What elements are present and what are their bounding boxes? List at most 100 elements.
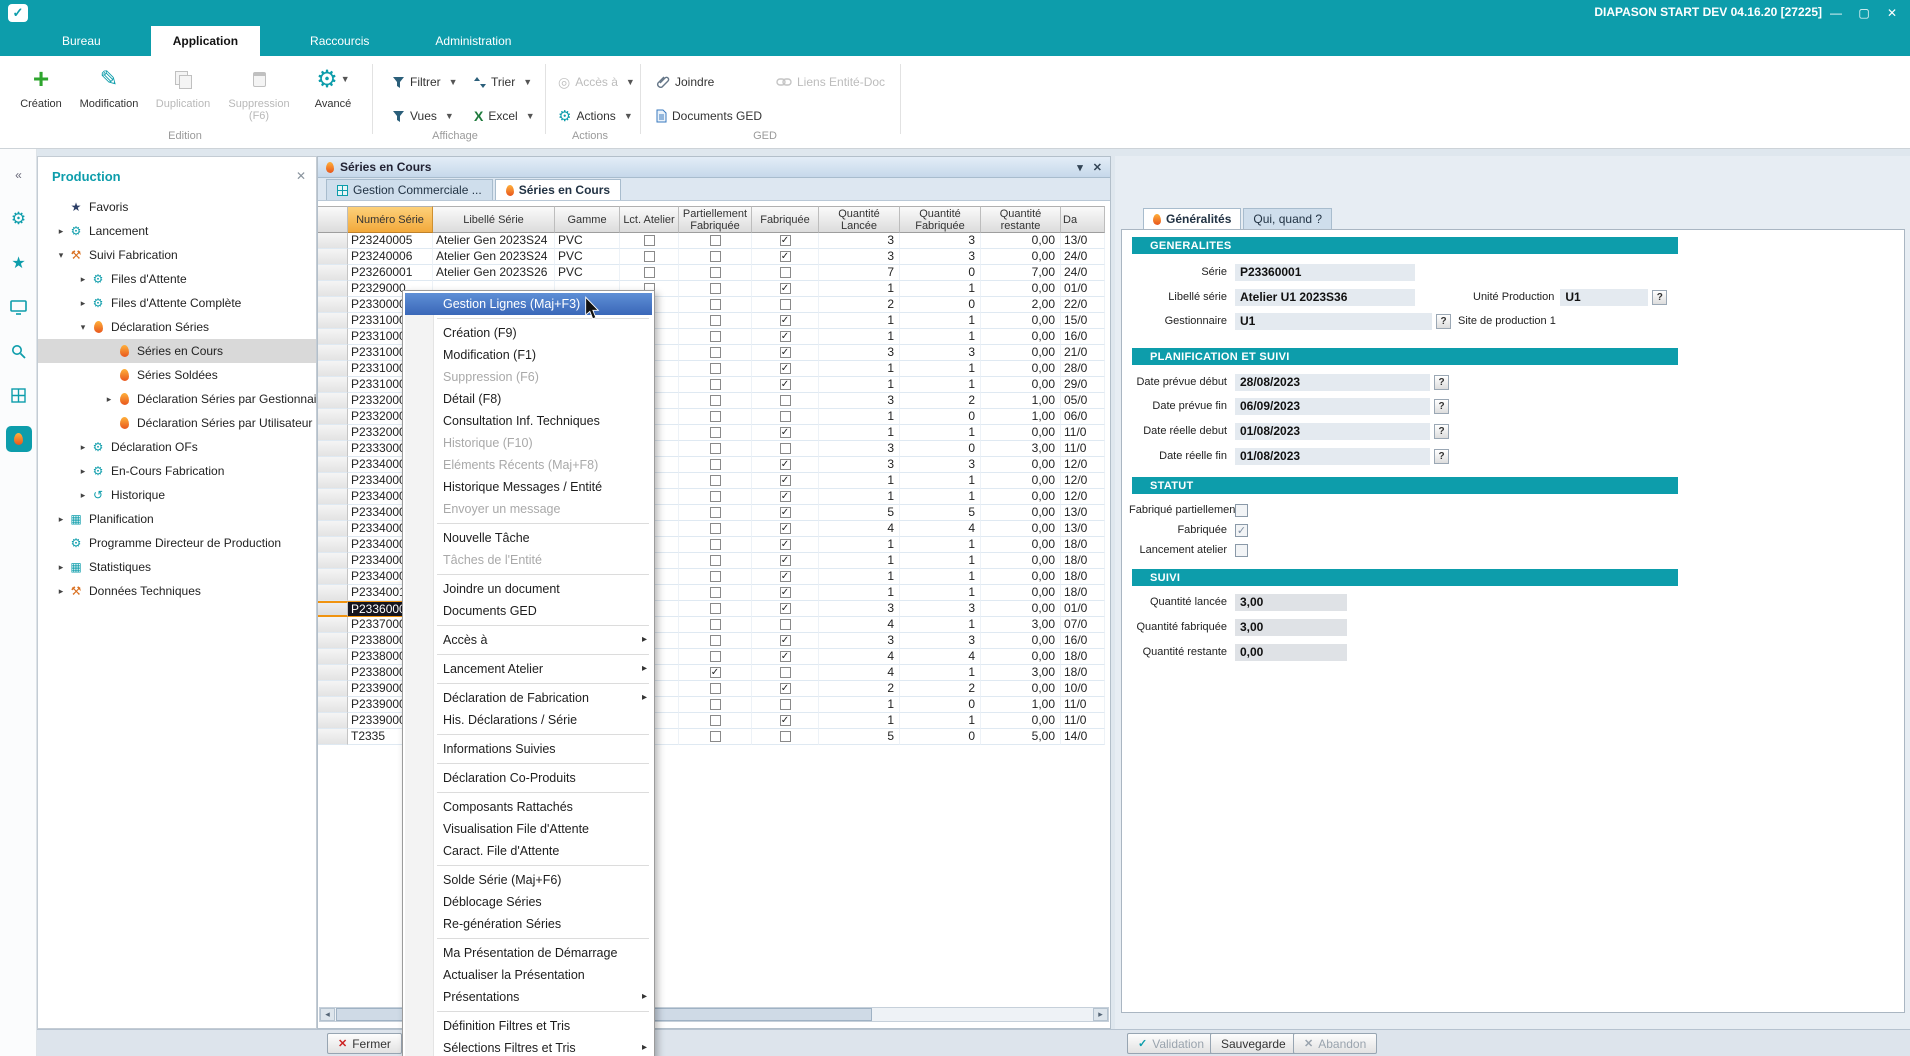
checkbox[interactable] bbox=[710, 283, 721, 294]
checkbox[interactable] bbox=[710, 619, 721, 630]
checkbox[interactable]: ✓ bbox=[780, 315, 791, 326]
tree-expander-icon[interactable]: ▸ bbox=[54, 226, 68, 237]
table-row[interactable]: P23240005Atelier Gen 2023S24PVC✓330,0013… bbox=[318, 233, 1105, 249]
fermer-button[interactable]: ✕ Fermer bbox=[327, 1033, 402, 1054]
checkbox[interactable]: ✓ bbox=[780, 459, 791, 470]
liens-entite-doc-button[interactable]: Liens Entité-Doc bbox=[776, 70, 885, 94]
sidebar-item-d-claration-ofs[interactable]: ▸⚙Déclaration OFs bbox=[38, 435, 316, 459]
libelle-serie-field[interactable]: Atelier U1 2023S36 bbox=[1235, 289, 1415, 306]
close-button[interactable]: ✕ bbox=[1880, 3, 1904, 23]
checkbox[interactable] bbox=[644, 267, 655, 278]
creation-button[interactable]: + Création bbox=[8, 61, 74, 123]
sidebar-item-suivi-fabrication[interactable]: ▾⚒Suivi Fabrication bbox=[38, 243, 316, 267]
collapse-sidebar-button[interactable]: « bbox=[0, 161, 37, 189]
date-prevue-fin-field[interactable]: 06/09/2023 bbox=[1235, 398, 1430, 415]
menu-item-envoyer-un-message[interactable]: Envoyer un message bbox=[403, 498, 654, 520]
validation-button[interactable]: ✓ Validation bbox=[1127, 1033, 1215, 1054]
menu-item-solde-s-rie-maj-f6[interactable]: Solde Série (Maj+F6) bbox=[403, 869, 654, 891]
tree-expander-icon[interactable]: ▸ bbox=[76, 490, 90, 501]
abandon-button[interactable]: ✕ Abandon bbox=[1293, 1033, 1377, 1054]
checkbox[interactable]: ✓ bbox=[780, 283, 791, 294]
tree-expander-icon[interactable]: ▸ bbox=[76, 298, 90, 309]
menu-item-ma-pr-sentation-de-d-marrage[interactable]: Ma Présentation de Démarrage bbox=[403, 942, 654, 964]
tab-qui-quand[interactable]: Qui, quand ? bbox=[1243, 208, 1332, 229]
sauvegarde-button[interactable]: Sauvegarde bbox=[1210, 1033, 1297, 1054]
checkbox[interactable] bbox=[710, 459, 721, 470]
sidebar-item-statistiques[interactable]: ▸▦Statistiques bbox=[38, 555, 316, 579]
lancement-atelier-checkbox[interactable] bbox=[1235, 544, 1248, 557]
checkbox[interactable] bbox=[710, 251, 721, 262]
menu-item-his-d-clarations-s-rie[interactable]: His. Déclarations / Série bbox=[403, 709, 654, 731]
sidebar-item-s-ries-en-cours[interactable]: Séries en Cours bbox=[38, 339, 316, 363]
checkbox[interactable] bbox=[710, 587, 721, 598]
checkbox[interactable] bbox=[780, 267, 791, 278]
calendar-help-button[interactable]: ? bbox=[1434, 424, 1449, 439]
checkbox[interactable] bbox=[710, 379, 721, 390]
tab-series-en-cours[interactable]: Séries en Cours bbox=[495, 179, 621, 200]
production-module-icon[interactable] bbox=[0, 425, 37, 453]
minimize-button[interactable]: — bbox=[1824, 3, 1848, 23]
checkbox[interactable]: ✓ bbox=[780, 683, 791, 694]
column-header-da[interactable]: Da bbox=[1061, 206, 1105, 233]
menu-item-actualiser-la-pr-sentation[interactable]: Actualiser la Présentation bbox=[403, 964, 654, 986]
menu-item-suppression-f6[interactable]: Suppression (F6) bbox=[403, 366, 654, 388]
menu-item-documents-ged[interactable]: Documents GED bbox=[403, 600, 654, 622]
excel-button[interactable]: X Excel▼ bbox=[474, 104, 535, 128]
menu-item-visualisation-file-d-attente[interactable]: Visualisation File d'Attente bbox=[403, 818, 654, 840]
tree-expander-icon[interactable]: ▸ bbox=[76, 466, 90, 477]
sidebar-item-files-d-attente[interactable]: ▸⚙Files d'Attente bbox=[38, 267, 316, 291]
checkbox[interactable] bbox=[780, 299, 791, 310]
checkbox[interactable] bbox=[644, 235, 655, 246]
sidebar-item-en-cours-fabrication[interactable]: ▸⚙En-Cours Fabrication bbox=[38, 459, 316, 483]
sidebar-item-planification[interactable]: ▸▦Planification bbox=[38, 507, 316, 531]
close-sidebar-icon[interactable]: ✕ bbox=[296, 169, 306, 183]
checkbox[interactable] bbox=[780, 699, 791, 710]
column-header-quantit-fabriqu-e[interactable]: Quantité Fabriquée bbox=[900, 206, 981, 233]
sidebar-item-d-claration-s-ries-par-utilisateur[interactable]: Déclaration Séries par Utilisateur bbox=[38, 411, 316, 435]
table-row[interactable]: P23240006Atelier Gen 2023S24PVC✓330,0024… bbox=[318, 249, 1105, 265]
menu-item-consultation-inf-techniques[interactable]: Consultation Inf. Techniques bbox=[403, 410, 654, 432]
filtrer-button[interactable]: Filtrer▼ bbox=[392, 70, 458, 94]
checkbox[interactable]: ✓ bbox=[780, 363, 791, 374]
desktop-icon[interactable] bbox=[0, 293, 37, 321]
search-icon[interactable] bbox=[0, 337, 37, 365]
menu-item-d-claration-de-fabrication[interactable]: Déclaration de Fabrication▸ bbox=[403, 687, 654, 709]
date-reelle-debut-field[interactable]: 01/08/2023 bbox=[1235, 423, 1430, 440]
checkbox[interactable] bbox=[710, 491, 721, 502]
checkbox[interactable] bbox=[780, 667, 791, 678]
menu-item-composants-rattach-s[interactable]: Composants Rattachés bbox=[403, 796, 654, 818]
checkbox[interactable] bbox=[710, 651, 721, 662]
checkbox[interactable] bbox=[780, 395, 791, 406]
grid-icon[interactable] bbox=[0, 381, 37, 409]
checkbox[interactable]: ✓ bbox=[780, 539, 791, 550]
sidebar-item-d-claration-s-ries-par-gestionnaire[interactable]: ▸Déclaration Séries par Gestionnaire bbox=[38, 387, 316, 411]
checkbox[interactable]: ✓ bbox=[780, 603, 791, 614]
checkbox[interactable] bbox=[710, 635, 721, 646]
checkbox[interactable] bbox=[710, 475, 721, 486]
checkbox[interactable] bbox=[710, 363, 721, 374]
tab-raccourcis[interactable]: Raccourcis bbox=[294, 26, 385, 56]
sidebar-item-historique[interactable]: ▸↺Historique bbox=[38, 483, 316, 507]
scroll-left-arrow[interactable]: ◂ bbox=[320, 1008, 335, 1021]
checkbox[interactable]: ✓ bbox=[780, 251, 791, 262]
menu-item-d-blocage-s-ries[interactable]: Déblocage Séries bbox=[403, 891, 654, 913]
suppression-button[interactable]: Suppression (F6) bbox=[226, 61, 292, 123]
sidebar-item-lancement[interactable]: ▸⚙Lancement bbox=[38, 219, 316, 243]
help-button[interactable]: ? bbox=[1436, 314, 1451, 329]
menu-item-historique-f10[interactable]: Historique (F10) bbox=[403, 432, 654, 454]
tree-expander-icon[interactable]: ▸ bbox=[54, 514, 68, 525]
menu-item-caract-file-d-attente[interactable]: Caract. File d'Attente bbox=[403, 840, 654, 862]
modification-button[interactable]: ✎ Modification bbox=[76, 61, 142, 123]
settings-icon[interactable]: ⚙ bbox=[0, 205, 37, 233]
checkbox[interactable] bbox=[710, 299, 721, 310]
gestionnaire-field[interactable]: U1 bbox=[1235, 313, 1432, 330]
checkbox[interactable] bbox=[710, 683, 721, 694]
checkbox[interactable] bbox=[710, 731, 721, 742]
menu-item-modification-f1[interactable]: Modification (F1) bbox=[403, 344, 654, 366]
tree-expander-icon[interactable]: ▸ bbox=[76, 274, 90, 285]
checkbox[interactable] bbox=[710, 267, 721, 278]
tree-expander-icon[interactable]: ▾ bbox=[54, 250, 68, 261]
checkbox[interactable] bbox=[710, 395, 721, 406]
checkbox[interactable] bbox=[710, 603, 721, 614]
banner-close-icon[interactable]: ✕ bbox=[1093, 161, 1102, 174]
